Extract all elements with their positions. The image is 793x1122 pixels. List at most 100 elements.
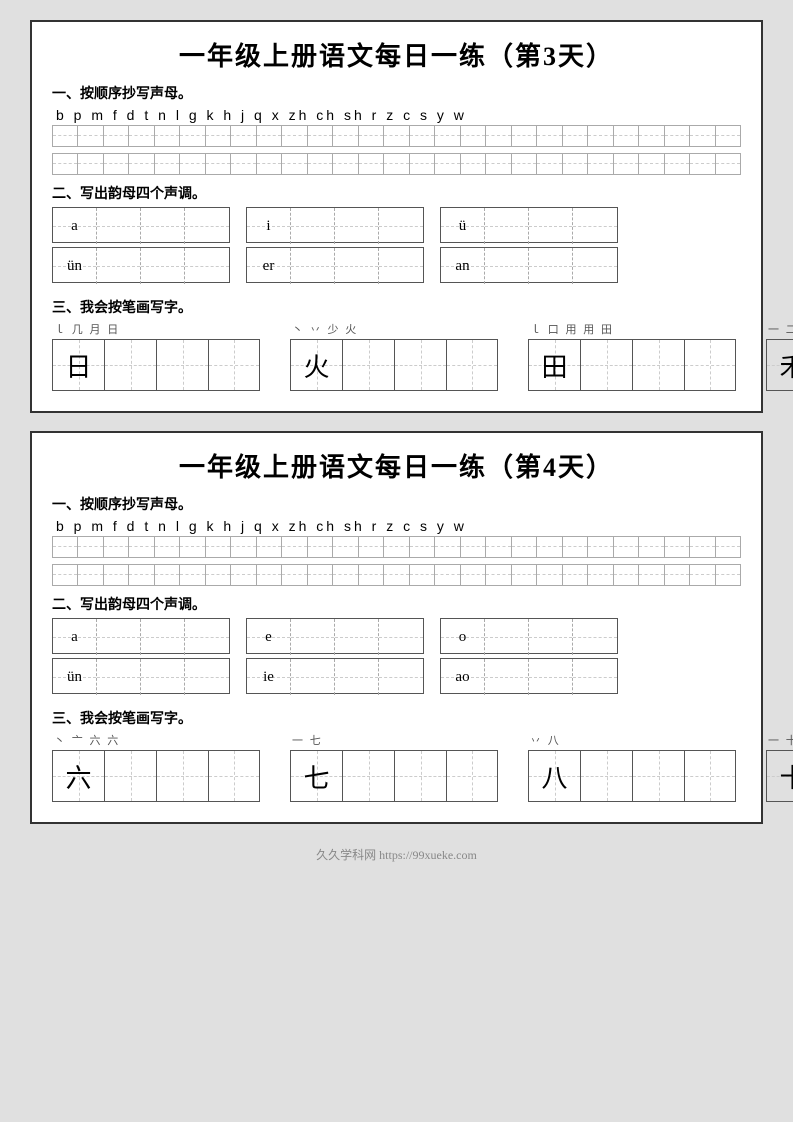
tone-input-cell[interactable] <box>529 208 573 244</box>
write-cell[interactable] <box>383 153 408 175</box>
tone-input-cell[interactable] <box>573 248 617 284</box>
write-cell[interactable] <box>332 564 357 586</box>
char-write-cell[interactable] <box>208 750 260 802</box>
write-cell[interactable] <box>664 536 689 558</box>
write-cell[interactable] <box>179 536 204 558</box>
write-cell[interactable] <box>536 536 561 558</box>
tone-input-cell[interactable] <box>529 248 573 284</box>
char-write-cell[interactable] <box>632 339 684 391</box>
write-cell[interactable] <box>460 564 485 586</box>
write-cell[interactable] <box>205 564 230 586</box>
write-cell[interactable] <box>332 153 357 175</box>
char-write-cell[interactable] <box>580 750 632 802</box>
write-cell[interactable] <box>715 153 741 175</box>
write-cell[interactable] <box>383 564 408 586</box>
write-cell[interactable] <box>307 125 332 147</box>
tone-input-cell[interactable] <box>485 659 529 695</box>
char-write-cell[interactable] <box>580 339 632 391</box>
write-cell[interactable] <box>358 564 383 586</box>
char-write-cell[interactable] <box>684 339 736 391</box>
write-cell[interactable] <box>638 125 663 147</box>
write-cell[interactable] <box>256 125 281 147</box>
tone-input-cell[interactable] <box>291 208 335 244</box>
write-cell[interactable] <box>307 536 332 558</box>
write-cell[interactable] <box>434 125 459 147</box>
tone-input-cell[interactable] <box>141 208 185 244</box>
write-cell[interactable] <box>154 536 179 558</box>
tone-input-cell[interactable] <box>379 659 423 695</box>
write-cell[interactable] <box>230 564 255 586</box>
char-write-cell[interactable] <box>104 339 156 391</box>
write-cell[interactable] <box>52 536 77 558</box>
write-cell[interactable] <box>409 536 434 558</box>
write-cell[interactable] <box>587 564 612 586</box>
write-cell[interactable] <box>664 153 689 175</box>
write-cell[interactable] <box>205 125 230 147</box>
write-cell[interactable] <box>434 536 459 558</box>
write-cell[interactable] <box>664 125 689 147</box>
write-cell[interactable] <box>154 564 179 586</box>
write-cell[interactable] <box>715 564 741 586</box>
write-cell[interactable] <box>434 153 459 175</box>
write-cell[interactable] <box>562 536 587 558</box>
write-cell[interactable] <box>154 153 179 175</box>
write-cell[interactable] <box>52 125 77 147</box>
write-cell[interactable] <box>562 125 587 147</box>
write-cell[interactable] <box>103 564 128 586</box>
write-cell[interactable] <box>256 536 281 558</box>
tone-input-cell[interactable] <box>573 208 617 244</box>
char-write-cell[interactable] <box>394 339 446 391</box>
write-cell[interactable] <box>281 536 306 558</box>
write-cell[interactable] <box>587 125 612 147</box>
char-write-cell[interactable] <box>156 339 208 391</box>
write-cell[interactable] <box>205 153 230 175</box>
char-write-cell[interactable] <box>394 750 446 802</box>
write-cell[interactable] <box>179 153 204 175</box>
write-cell[interactable] <box>485 125 510 147</box>
write-cell[interactable] <box>485 536 510 558</box>
tone-input-cell[interactable] <box>573 659 617 695</box>
write-cell[interactable] <box>409 125 434 147</box>
write-cell[interactable] <box>485 153 510 175</box>
write-cell[interactable] <box>638 536 663 558</box>
tone-input-cell[interactable] <box>335 619 379 655</box>
write-cell[interactable] <box>128 125 153 147</box>
write-cell[interactable] <box>613 564 638 586</box>
write-cell[interactable] <box>485 564 510 586</box>
write-cell[interactable] <box>307 153 332 175</box>
write-cell[interactable] <box>664 564 689 586</box>
write-cell[interactable] <box>383 536 408 558</box>
tone-input-cell[interactable] <box>141 659 185 695</box>
write-cell[interactable] <box>434 564 459 586</box>
write-cell[interactable] <box>52 564 77 586</box>
tone-input-cell[interactable] <box>335 659 379 695</box>
char-write-cell[interactable] <box>156 750 208 802</box>
write-cell[interactable] <box>562 564 587 586</box>
tone-input-cell[interactable] <box>379 619 423 655</box>
write-cell[interactable] <box>638 564 663 586</box>
write-cell[interactable] <box>358 536 383 558</box>
write-cell[interactable] <box>77 153 102 175</box>
char-write-cell[interactable] <box>684 750 736 802</box>
write-cell[interactable] <box>77 564 102 586</box>
tone-input-cell[interactable] <box>141 619 185 655</box>
tone-input-cell[interactable] <box>529 619 573 655</box>
write-cell[interactable] <box>103 153 128 175</box>
write-cell[interactable] <box>587 153 612 175</box>
write-cell[interactable] <box>358 125 383 147</box>
write-cell[interactable] <box>103 536 128 558</box>
tone-input-cell[interactable] <box>335 248 379 284</box>
char-write-cell[interactable] <box>208 339 260 391</box>
tone-input-cell[interactable] <box>485 248 529 284</box>
tone-input-cell[interactable] <box>141 248 185 284</box>
tone-input-cell[interactable] <box>97 619 141 655</box>
write-cell[interactable] <box>230 153 255 175</box>
tone-input-cell[interactable] <box>485 619 529 655</box>
tone-input-cell[interactable] <box>379 208 423 244</box>
tone-input-cell[interactable] <box>485 208 529 244</box>
tone-input-cell[interactable] <box>185 248 229 284</box>
write-cell[interactable] <box>638 153 663 175</box>
write-cell[interactable] <box>409 153 434 175</box>
char-write-cell[interactable] <box>632 750 684 802</box>
char-write-cell[interactable] <box>446 750 498 802</box>
